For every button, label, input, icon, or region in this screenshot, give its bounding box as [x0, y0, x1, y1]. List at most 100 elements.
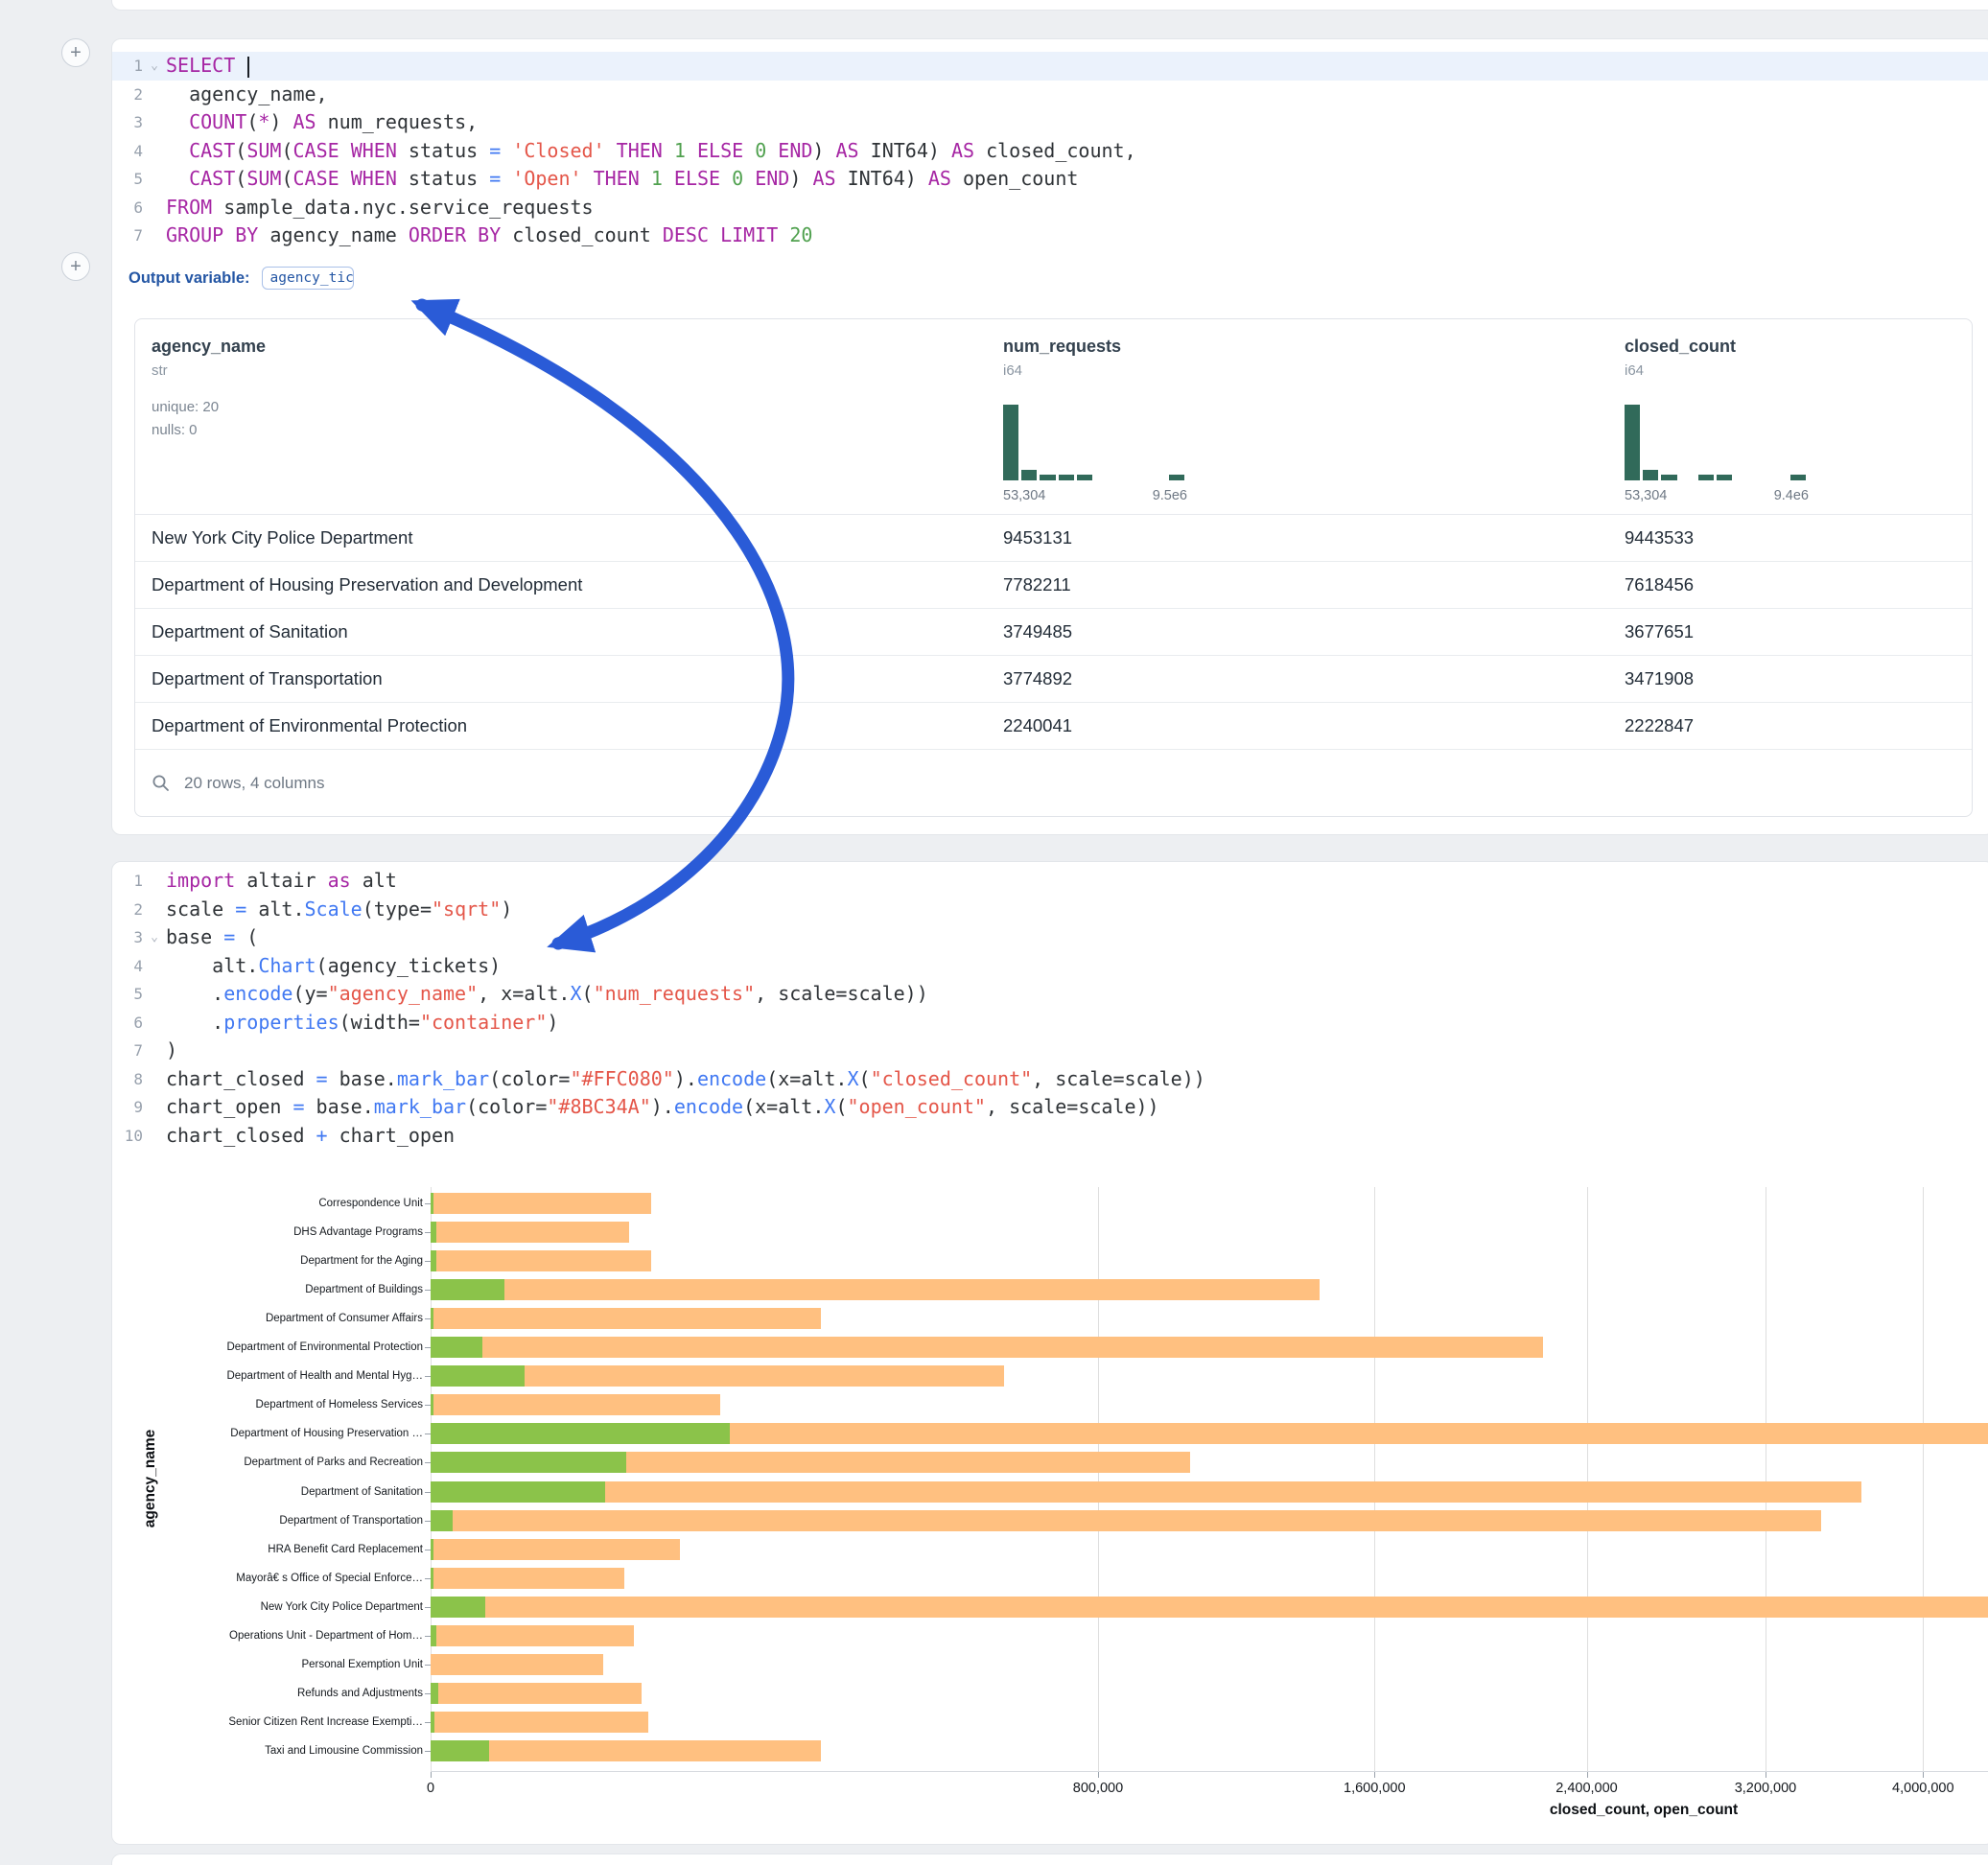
code-text: CAST(SUM(CASE WHEN status = 'Open' THEN … [166, 165, 1078, 194]
open-bar [431, 1452, 626, 1473]
cell-num-requests: 2240041 [987, 715, 1608, 736]
column-header-agency-name[interactable]: agency_name str unique: 20 nulls: 0 [135, 319, 987, 514]
x-axis-tick [1923, 1771, 1924, 1778]
search-icon[interactable] [152, 774, 171, 793]
y-axis-tick-label: Department of Sanitation [112, 1478, 423, 1506]
fold-chevron-icon[interactable]: ⌄ [143, 52, 166, 81]
cell-closed-count: 2222847 [1608, 715, 1972, 736]
histogram-bar [1643, 470, 1658, 480]
x-axis-line [431, 1771, 1988, 1772]
cell-num-requests: 3749485 [987, 621, 1608, 642]
x-axis-tick-label: 2,400,000 [1520, 1781, 1654, 1796]
histogram-bar [1717, 475, 1732, 480]
add-cell-button[interactable]: + [61, 38, 90, 67]
histogram-range: 53,304 9.5e6 [1003, 488, 1187, 503]
y-axis-tick-label: Operations Unit - Department of Hom… [112, 1621, 423, 1650]
previous-cell-fragment [111, 0, 1988, 11]
code-line[interactable]: 3 COUNT(*) AS num_requests, [112, 108, 1988, 137]
output-variable-label: Output variable: [129, 269, 250, 288]
histogram-range: 53,304 9.4e6 [1625, 488, 1809, 503]
code-line[interactable]: 1⌄SELECT [112, 52, 1988, 81]
sql-editor[interactable]: 1⌄SELECT 2 agency_name,3 COUNT(*) AS num… [112, 39, 1988, 250]
row-count-label: 20 rows, 4 columns [184, 774, 324, 793]
closed-bar [431, 1279, 1320, 1300]
closed-bar [431, 1683, 642, 1704]
y-axis-tick-label: Correspondence Unit [112, 1189, 423, 1218]
closed-bar [431, 1740, 821, 1761]
open-bar [431, 1683, 438, 1704]
x-axis-tick-label: 0 [363, 1781, 498, 1796]
open-bar [431, 1712, 434, 1733]
histogram-bar [1790, 475, 1806, 480]
closed-bar [431, 1222, 629, 1243]
open-bar [431, 1597, 485, 1618]
closed-bar [431, 1654, 603, 1675]
add-cell-button[interactable]: + [61, 252, 90, 281]
code-line[interactable]: 4 CAST(SUM(CASE WHEN status = 'Closed' T… [112, 137, 1988, 166]
open-bar [431, 1568, 433, 1589]
closed-bar [431, 1510, 1821, 1531]
closed-bar [431, 1308, 821, 1329]
y-axis-tick-label: Department of Consumer Affairs [112, 1304, 423, 1333]
cell-agency-name: New York City Police Department [135, 527, 987, 548]
open-bar [431, 1308, 433, 1329]
y-axis-tick-label: Department of Transportation [112, 1506, 423, 1535]
histogram-bar [1040, 475, 1055, 480]
x-axis-tick-label: 3,200,000 [1698, 1781, 1833, 1796]
open-bar [431, 1394, 433, 1415]
code-text: GROUP BY agency_name ORDER BY closed_cou… [166, 221, 812, 250]
gutter-spacer [143, 165, 166, 194]
column-histogram [1003, 405, 1187, 480]
column-name: num_requests [1003, 337, 1608, 357]
cell-num-requests: 7782211 [987, 574, 1608, 595]
table-body: New York City Police Department945313194… [135, 515, 1972, 750]
line-number: 5 [112, 165, 143, 194]
code-line[interactable]: 2 agency_name, [112, 81, 1988, 109]
code-text: COUNT(*) AS num_requests, [166, 108, 478, 137]
code-text: FROM sample_data.nyc.service_requests [166, 194, 594, 222]
closed-bar [431, 1568, 624, 1589]
y-axis-tick-label: New York City Police Department [112, 1593, 423, 1621]
y-axis-tick-label: Taxi and Limousine Commission [112, 1737, 423, 1765]
notebook-page: { "colors": { "accent_blue": "#2456a4", … [0, 0, 1988, 1864]
gutter-spacer [143, 81, 166, 109]
table-row: Department of Transportation377489234719… [135, 656, 1972, 703]
gridline [1923, 1187, 1924, 1771]
sql-cell: 1⌄SELECT 2 agency_name,3 COUNT(*) AS num… [111, 38, 1988, 835]
results-table: agency_name str unique: 20 nulls: 0 num_… [134, 318, 1973, 817]
code-line[interactable]: 6FROM sample_data.nyc.service_requests [112, 194, 1988, 222]
open-bar [431, 1510, 453, 1531]
histogram-bar [1021, 470, 1037, 480]
y-axis-tick-label: Department of Health and Mental Hyg… [112, 1362, 423, 1390]
code-line[interactable]: 5 CAST(SUM(CASE WHEN status = 'Open' THE… [112, 165, 1988, 194]
plus-icon: + [70, 257, 82, 276]
code-text: CAST(SUM(CASE WHEN status = 'Closed' THE… [166, 137, 1136, 166]
column-name: agency_name [152, 337, 987, 357]
y-axis-tick-label: Department of Environmental Protection [112, 1333, 423, 1362]
cell-agency-name: Department of Transportation [135, 668, 987, 689]
line-number: 4 [112, 137, 143, 166]
gutter-spacer [143, 194, 166, 222]
cell-agency-name: Department of Environmental Protection [135, 715, 987, 736]
column-header-num-requests[interactable]: num_requests i64 53,304 9.5e6 [987, 319, 1608, 514]
y-axis-tick-label: Mayorâ€ s Office of Special Enforce… [112, 1564, 423, 1593]
y-axis-tick-label: Department of Housing Preservation … [112, 1419, 423, 1448]
gutter-spacer [143, 221, 166, 250]
cell-closed-count: 7618456 [1608, 574, 1972, 595]
histogram-bar [1661, 475, 1676, 480]
code-line[interactable]: 7GROUP BY agency_name ORDER BY closed_co… [112, 221, 1988, 250]
histogram-bar [1625, 405, 1640, 480]
histogram-bar [1003, 405, 1018, 480]
output-variable-tag[interactable]: agency_tickets [262, 267, 354, 290]
column-header-closed-count[interactable]: closed_count i64 53,304 9.4e6 [1608, 319, 1972, 514]
cell-num-requests: 9453131 [987, 527, 1608, 548]
chart-x-axis-title: closed_count, open_count [1550, 1802, 1738, 1819]
x-axis-tick-label: 4,000,000 [1856, 1781, 1988, 1796]
table-header: agency_name str unique: 20 nulls: 0 num_… [135, 319, 1972, 515]
open-bar [431, 1740, 489, 1761]
bar-chart: closed_count, open_count agency_name 080… [112, 862, 1988, 1844]
line-number: 1 [112, 52, 143, 81]
cell-closed-count: 3471908 [1608, 668, 1972, 689]
closed-bar [431, 1625, 634, 1646]
open-bar [431, 1423, 730, 1444]
